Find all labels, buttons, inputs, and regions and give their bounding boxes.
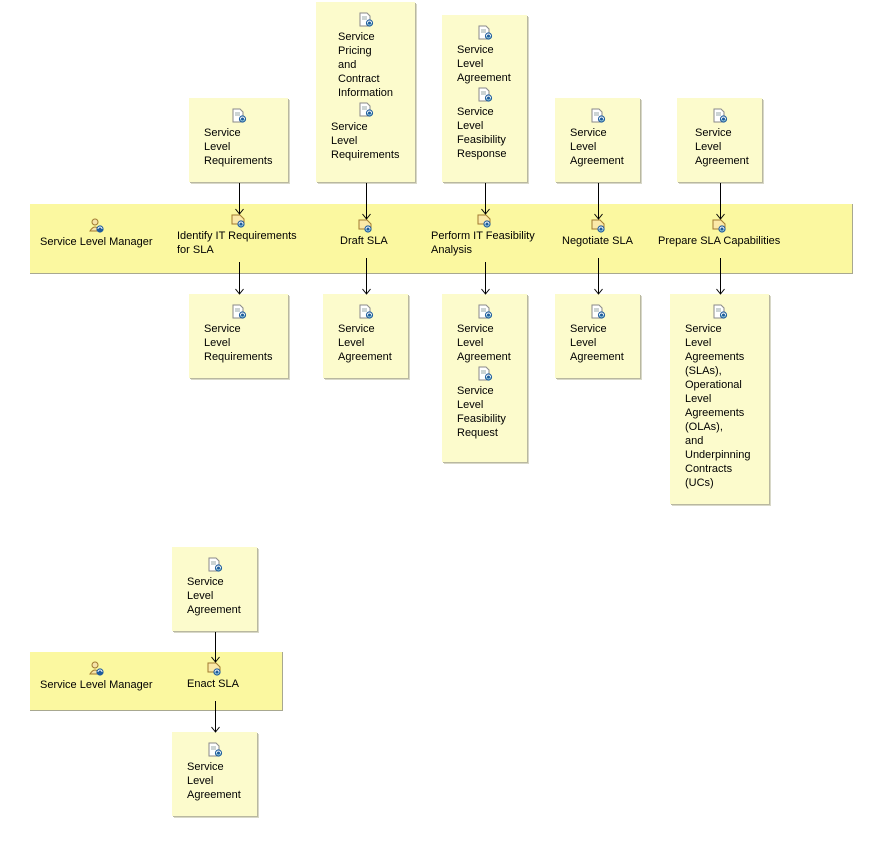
artifact-label: Service Level Feasibility Request	[457, 385, 506, 439]
activity-label: Perform IT Feasibility Analysis	[431, 230, 535, 256]
input-artifact[interactable]: Service Pricing and Contract Information…	[316, 2, 415, 182]
task-icon	[206, 661, 224, 677]
activity-label: Draft SLA	[340, 235, 388, 247]
activity-identify-it-requirements[interactable]: Identify IT Requirements for SLA	[177, 213, 297, 257]
document-icon	[476, 25, 494, 41]
activity-draft-sla[interactable]: Draft SLA	[340, 218, 388, 248]
input-artifact[interactable]: Service Level Requirements	[189, 98, 288, 182]
input-artifact[interactable]: Service Level Agreement Service Level Fe…	[442, 15, 527, 182]
document-icon	[711, 304, 729, 320]
input-artifact[interactable]: Service Level Agreement	[172, 547, 257, 631]
document-icon	[357, 304, 375, 320]
document-icon	[589, 304, 607, 320]
activity-enact-sla[interactable]: Enact SLA	[187, 661, 239, 691]
role-icon	[88, 661, 106, 677]
role-icon	[88, 218, 106, 234]
document-icon	[357, 12, 375, 28]
output-artifact[interactable]: Service Level Agreement Service Level Fe…	[442, 294, 527, 462]
document-icon	[589, 108, 607, 124]
output-artifact[interactable]: Service Level Agreement	[555, 294, 640, 378]
document-icon	[476, 366, 494, 382]
activity-negotiate-sla[interactable]: Negotiate SLA	[562, 218, 633, 248]
artifact-label: Service Level Agreement	[187, 576, 241, 616]
artifact-label: Service Pricing and Contract Information	[338, 31, 394, 99]
activity-label: Identify IT Requirements for SLA	[177, 230, 297, 256]
output-artifact[interactable]: Service Level Agreement	[323, 294, 408, 378]
role-service-level-manager[interactable]: Service Level Manager	[40, 661, 153, 691]
output-artifact[interactable]: Service Level Agreement	[172, 732, 257, 816]
artifact-label: Service Level Agreement	[570, 127, 624, 167]
document-icon	[711, 108, 729, 124]
activity-prepare-sla-capabilities[interactable]: Prepare SLA Capabilities	[658, 218, 780, 248]
activity-label: Enact SLA	[187, 678, 239, 690]
artifact-label: Service Level Agreement	[457, 323, 511, 363]
document-icon	[230, 108, 248, 124]
artifact-label: Service Level Agreement	[338, 323, 392, 363]
artifact-label: Service Level Requirements	[331, 121, 400, 161]
activity-label: Prepare SLA Capabilities	[658, 235, 781, 247]
document-icon	[476, 87, 494, 103]
artifact-label: Service Level Agreement	[695, 127, 749, 167]
task-icon	[590, 218, 608, 234]
task-icon	[357, 218, 375, 234]
document-icon	[230, 304, 248, 320]
input-artifact[interactable]: Service Level Agreement	[677, 98, 762, 182]
role-label: Service Level Manager	[40, 679, 153, 691]
activity-perform-it-feasibility[interactable]: Perform IT Feasibility Analysis	[431, 213, 535, 257]
input-artifact[interactable]: Service Level Agreement	[555, 98, 640, 182]
artifact-label: Service Level Feasibility Response	[457, 106, 507, 160]
document-icon	[206, 557, 224, 573]
document-icon	[206, 742, 224, 758]
output-artifact[interactable]: Service Level Requirements	[189, 294, 288, 378]
document-icon	[476, 304, 494, 320]
artifact-label: Service Level Requirements	[204, 323, 273, 363]
artifact-label: Service Level Agreements (SLAs), Operati…	[685, 323, 751, 489]
task-icon	[711, 218, 729, 234]
artifact-label: Service Level Requirements	[204, 127, 273, 167]
document-icon	[357, 102, 375, 118]
role-service-level-manager[interactable]: Service Level Manager	[40, 218, 153, 248]
output-artifact[interactable]: Service Level Agreements (SLAs), Operati…	[670, 294, 769, 504]
artifact-label: Service Level Agreement	[570, 323, 624, 363]
task-icon	[476, 213, 494, 229]
artifact-label: Service Level Agreement	[457, 44, 511, 84]
task-icon	[230, 213, 248, 229]
artifact-label: Service Level Agreement	[187, 761, 241, 801]
role-label: Service Level Manager	[40, 236, 153, 248]
activity-label: Negotiate SLA	[562, 235, 633, 247]
